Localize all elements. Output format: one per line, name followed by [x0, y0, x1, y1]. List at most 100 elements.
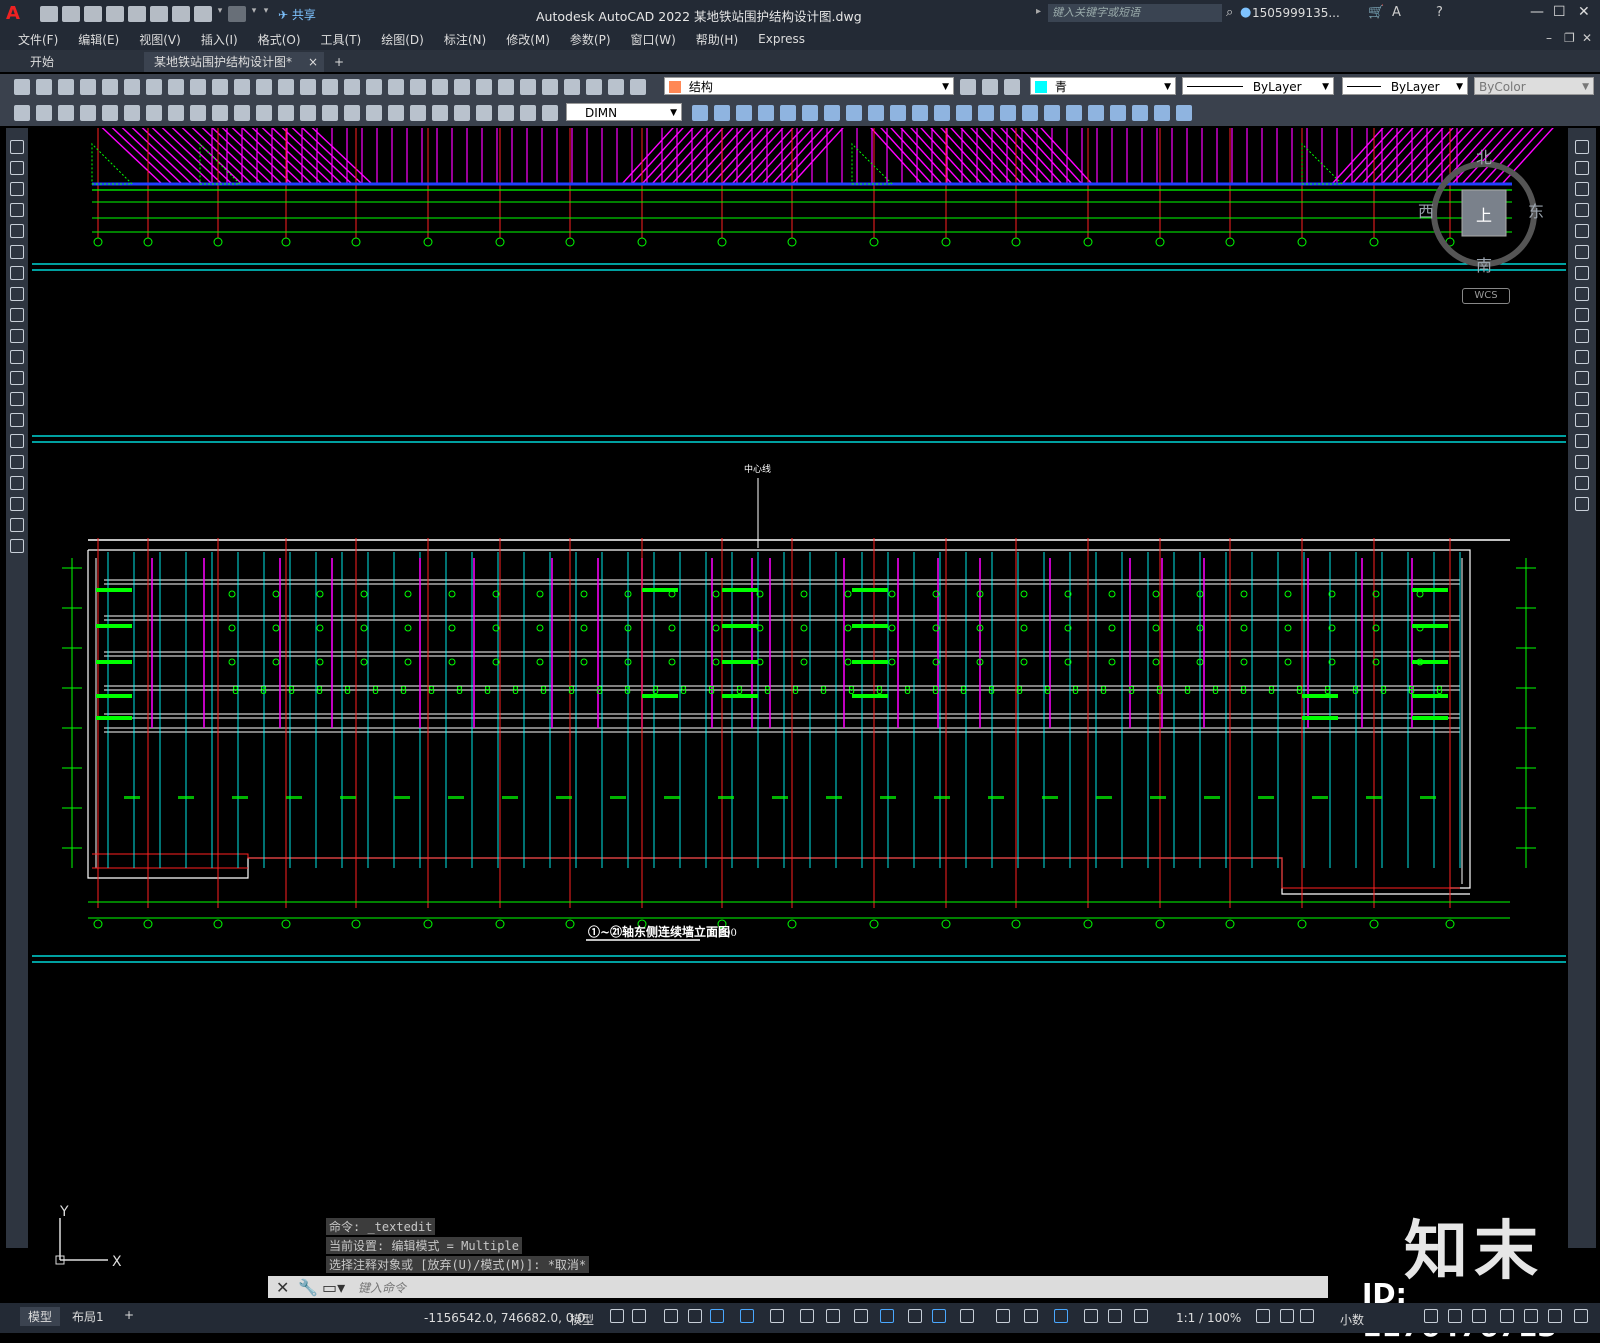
modify-tool-icon[interactable]: [692, 105, 708, 121]
modify-tool-icon[interactable]: [1575, 434, 1589, 448]
toolbar-tool-icon[interactable]: [256, 79, 272, 95]
status-tool-icon[interactable]: [1300, 1309, 1314, 1323]
compass-south[interactable]: 南: [1476, 252, 1492, 276]
modify-tool-icon[interactable]: [1088, 105, 1104, 121]
modify-tool-icon[interactable]: [1575, 413, 1589, 427]
toolbar-tool-icon[interactable]: [14, 79, 30, 95]
linetype-dropdown[interactable]: ByLayer ▼: [1182, 77, 1334, 95]
close-icon[interactable]: ✕: [1578, 4, 1590, 20]
dimension-tool-icon[interactable]: [168, 105, 184, 121]
chevron-down-icon[interactable]: ▾: [216, 6, 224, 22]
status-tool-icon[interactable]: [1524, 1309, 1538, 1323]
drawing-area[interactable]: 8888888888888888888888888888888888888888…: [32, 128, 1566, 1248]
modify-tool-icon[interactable]: [1132, 105, 1148, 121]
modify-tool-icon[interactable]: [1066, 105, 1082, 121]
doc-restore-icon[interactable]: ❐: [1564, 31, 1575, 45]
toolbar-tool-icon[interactable]: [410, 79, 426, 95]
dimension-tool-icon[interactable]: [388, 105, 404, 121]
open-file-icon[interactable]: [62, 6, 80, 22]
modify-tool-icon[interactable]: [1044, 105, 1060, 121]
cart-icon[interactable]: 🛒: [1368, 5, 1384, 20]
status-tool-icon[interactable]: [1256, 1309, 1270, 1323]
dimension-tool-icon[interactable]: [212, 105, 228, 121]
dimension-tool-icon[interactable]: [476, 105, 492, 121]
status-toggle-icon[interactable]: [610, 1309, 624, 1323]
compass-east[interactable]: 东: [1528, 198, 1544, 222]
toolbar-tool-icon[interactable]: [432, 79, 448, 95]
menu-draw[interactable]: 绘图(D): [381, 31, 424, 48]
draw-tool-icon[interactable]: [10, 329, 24, 343]
status-toggle-icon[interactable]: [880, 1309, 894, 1323]
modify-tool-icon[interactable]: [1575, 371, 1589, 385]
viewcube[interactable]: 北 南 东 西 上: [1418, 144, 1550, 284]
status-tool-icon[interactable]: [1424, 1309, 1438, 1323]
draw-tool-icon[interactable]: [10, 140, 24, 154]
autocad-logo-icon[interactable]: A: [6, 3, 28, 25]
web-mobile-icon[interactable]: [128, 6, 146, 22]
status-toggle-icon[interactable]: [1024, 1309, 1038, 1323]
recent-commands-icon[interactable]: ▭▾: [322, 1278, 345, 1297]
draw-tool-icon[interactable]: [10, 182, 24, 196]
modify-tool-icon[interactable]: [846, 105, 862, 121]
tab-document[interactable]: 某地铁站围护结构设计图* ×: [144, 52, 324, 72]
modify-tool-icon[interactable]: [1575, 476, 1589, 490]
toolbar-tool-icon[interactable]: [498, 79, 514, 95]
command-input[interactable]: 键入命令: [358, 1279, 406, 1296]
dimension-tool-icon[interactable]: [256, 105, 272, 121]
layer-tool-icon[interactable]: [982, 79, 998, 95]
modify-tool-icon[interactable]: [736, 105, 752, 121]
status-toggle-icon[interactable]: [1134, 1309, 1148, 1323]
dimension-tool-icon[interactable]: [14, 105, 30, 121]
modify-tool-icon[interactable]: [1000, 105, 1016, 121]
dimension-tool-icon[interactable]: [432, 105, 448, 121]
new-file-icon[interactable]: [40, 6, 58, 22]
toolbar-tool-icon[interactable]: [454, 79, 470, 95]
menu-view[interactable]: 视图(V): [139, 31, 181, 48]
status-toggle-icon[interactable]: [800, 1309, 814, 1323]
dimension-tool-icon[interactable]: [36, 105, 52, 121]
modify-tool-icon[interactable]: [714, 105, 730, 121]
modify-tool-icon[interactable]: [780, 105, 796, 121]
dimension-tool-icon[interactable]: [146, 105, 162, 121]
status-toggle-icon[interactable]: [1054, 1309, 1068, 1323]
modify-tool-icon[interactable]: [1022, 105, 1038, 121]
status-tool-icon[interactable]: [1280, 1309, 1294, 1323]
annotation-scale[interactable]: 1:1 / 100%: [1176, 1311, 1241, 1325]
modify-tool-icon[interactable]: [1575, 287, 1589, 301]
draw-tool-icon[interactable]: [10, 434, 24, 448]
dimension-tool-icon[interactable]: [366, 105, 382, 121]
print-icon[interactable]: [172, 6, 190, 22]
coordinate-readout[interactable]: -1156542.0, 746682.0, 0.0: [424, 1311, 585, 1325]
draw-tool-icon[interactable]: [10, 539, 24, 553]
modify-tool-icon[interactable]: [956, 105, 972, 121]
toolbar-tool-icon[interactable]: [366, 79, 382, 95]
status-toggle-icon[interactable]: [1108, 1309, 1122, 1323]
menu-modify[interactable]: 修改(M): [506, 31, 550, 48]
modify-tool-icon[interactable]: [1575, 224, 1589, 238]
toolbar-tool-icon[interactable]: [234, 79, 250, 95]
maximize-icon[interactable]: ☐: [1553, 4, 1566, 20]
draw-tool-icon[interactable]: [10, 161, 24, 175]
tab-start[interactable]: 开始: [20, 52, 64, 72]
modify-tool-icon[interactable]: [868, 105, 884, 121]
toolbar-tool-icon[interactable]: [146, 79, 162, 95]
status-tool-icon[interactable]: [1548, 1309, 1562, 1323]
modify-tool-icon[interactable]: [1575, 203, 1589, 217]
compass-north[interactable]: 北: [1476, 144, 1492, 168]
status-tool-icon[interactable]: [1472, 1309, 1486, 1323]
toolbar-tool-icon[interactable]: [102, 79, 118, 95]
modify-tool-icon[interactable]: [1575, 392, 1589, 406]
minimize-icon[interactable]: —: [1530, 4, 1544, 20]
share-button[interactable]: ✈ 共享: [278, 6, 316, 23]
draw-tool-icon[interactable]: [10, 455, 24, 469]
status-toggle-icon[interactable]: [740, 1309, 754, 1323]
compass-west[interactable]: 西: [1418, 198, 1434, 222]
customize-icon[interactable]: 🔧: [298, 1278, 318, 1297]
status-toggle-icon[interactable]: [996, 1309, 1010, 1323]
menu-tools[interactable]: 工具(T): [321, 31, 362, 48]
toolbar-tool-icon[interactable]: [586, 79, 602, 95]
units-button[interactable]: 小数: [1340, 1311, 1364, 1328]
toolbar-tool-icon[interactable]: [190, 79, 206, 95]
status-toggle-icon[interactable]: [1084, 1309, 1098, 1323]
dimstyle-dropdown[interactable]: DIMN ▼: [566, 103, 682, 121]
